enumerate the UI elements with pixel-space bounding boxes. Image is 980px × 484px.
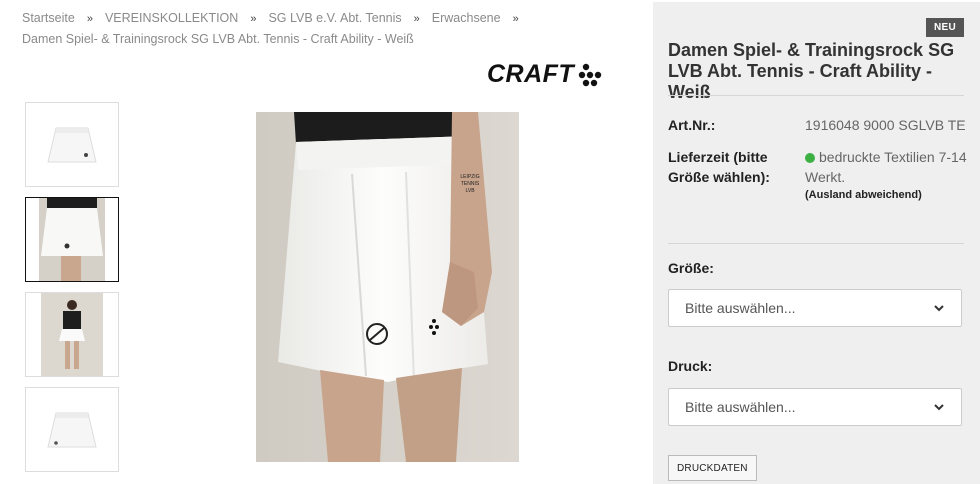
- delivery-value: bedruckte Textilien 7-14 Werkt.: [805, 149, 967, 185]
- breadcrumb-separator: »: [86, 13, 93, 25]
- print-data-button[interactable]: DRUCKDATEN: [668, 455, 757, 481]
- thumbnail-model-full[interactable]: [25, 292, 119, 377]
- print-select-value: Bitte auswählen...: [685, 399, 796, 415]
- breadcrumb-current: Damen Spiel- & Trainingsrock SG LVB Abt.…: [22, 32, 414, 46]
- chevron-down-icon: [934, 404, 944, 411]
- skirt-print-text: LEIPZIG TENNIS LVB: [460, 174, 480, 194]
- breadcrumb-club[interactable]: SG LVB e.V. Abt. Tennis: [268, 11, 401, 25]
- delivery-note: (Ausland abweichend): [805, 189, 922, 201]
- thumbnail-skirt-model-side[interactable]: [25, 197, 119, 282]
- print-label: Druck:: [668, 358, 713, 374]
- delivery-value-block: bedruckte Textilien 7-14 Werkt. (Ausland…: [805, 147, 968, 203]
- size-select[interactable]: Bitte auswählen...: [668, 289, 962, 327]
- thumbnail-skirt-back[interactable]: [25, 387, 119, 472]
- model-full-body-photo-icon: [41, 293, 103, 376]
- breadcrumb-separator: »: [413, 13, 420, 25]
- print-select[interactable]: Bitte auswählen...: [668, 388, 962, 426]
- divider: [668, 243, 964, 244]
- product-info-panel: NEU Damen Spiel- & Trainingsrock SG LVB …: [653, 2, 980, 484]
- skirt-back-photo-icon: [47, 412, 97, 447]
- delivery-row: Lieferzeit (bitte Größe wählen): bedruck…: [668, 147, 968, 203]
- thumbnail-skirt-flat[interactable]: [25, 102, 119, 187]
- brand-logo[interactable]: CRAFT: [487, 60, 603, 89]
- product-properties: Art.Nr.: 1916048 9000 SGLVB TE Lieferzei…: [668, 115, 968, 215]
- delivery-label: Lieferzeit (bitte Größe wählen):: [668, 149, 770, 185]
- breadcrumb-separator: »: [512, 13, 519, 25]
- chevron-down-icon: [934, 305, 944, 312]
- skirt-model-photo-icon: [256, 112, 519, 462]
- availability-dot-icon: [805, 153, 815, 163]
- art-nr-row: Art.Nr.: 1916048 9000 SGLVB TE: [668, 115, 968, 135]
- craft-dots-logo-icon: [579, 63, 602, 86]
- art-nr-label: Art.Nr.:: [668, 117, 716, 133]
- breadcrumb: Startseite » VEREINSKOLLEKTION » SG LVB e.V.…: [22, 8, 622, 49]
- skirt-flat-photo-icon: [47, 127, 97, 162]
- breadcrumb-erwachsene[interactable]: Erwachsene: [432, 11, 501, 25]
- divider: [668, 95, 964, 96]
- breadcrumb-home[interactable]: Startseite: [22, 11, 75, 25]
- skirt-model-side-photo-icon: [39, 198, 105, 281]
- breadcrumb-separator: »: [250, 13, 257, 25]
- main-product-image[interactable]: LEIPZIG TENNIS LVB: [256, 112, 519, 462]
- art-nr-value: 1916048 9000 SGLVB TE: [805, 117, 966, 133]
- new-badge: NEU: [925, 18, 964, 37]
- size-select-value: Bitte auswählen...: [685, 300, 796, 316]
- size-label: Größe:: [668, 260, 714, 276]
- thumbnail-list: [25, 102, 119, 482]
- product-title: Damen Spiel- & Trainingsrock SG LVB Abt.…: [668, 40, 955, 102]
- breadcrumb-vereinskollektion[interactable]: VEREINSKOLLEKTION: [105, 11, 238, 25]
- brand-name: CRAFT: [487, 60, 575, 88]
